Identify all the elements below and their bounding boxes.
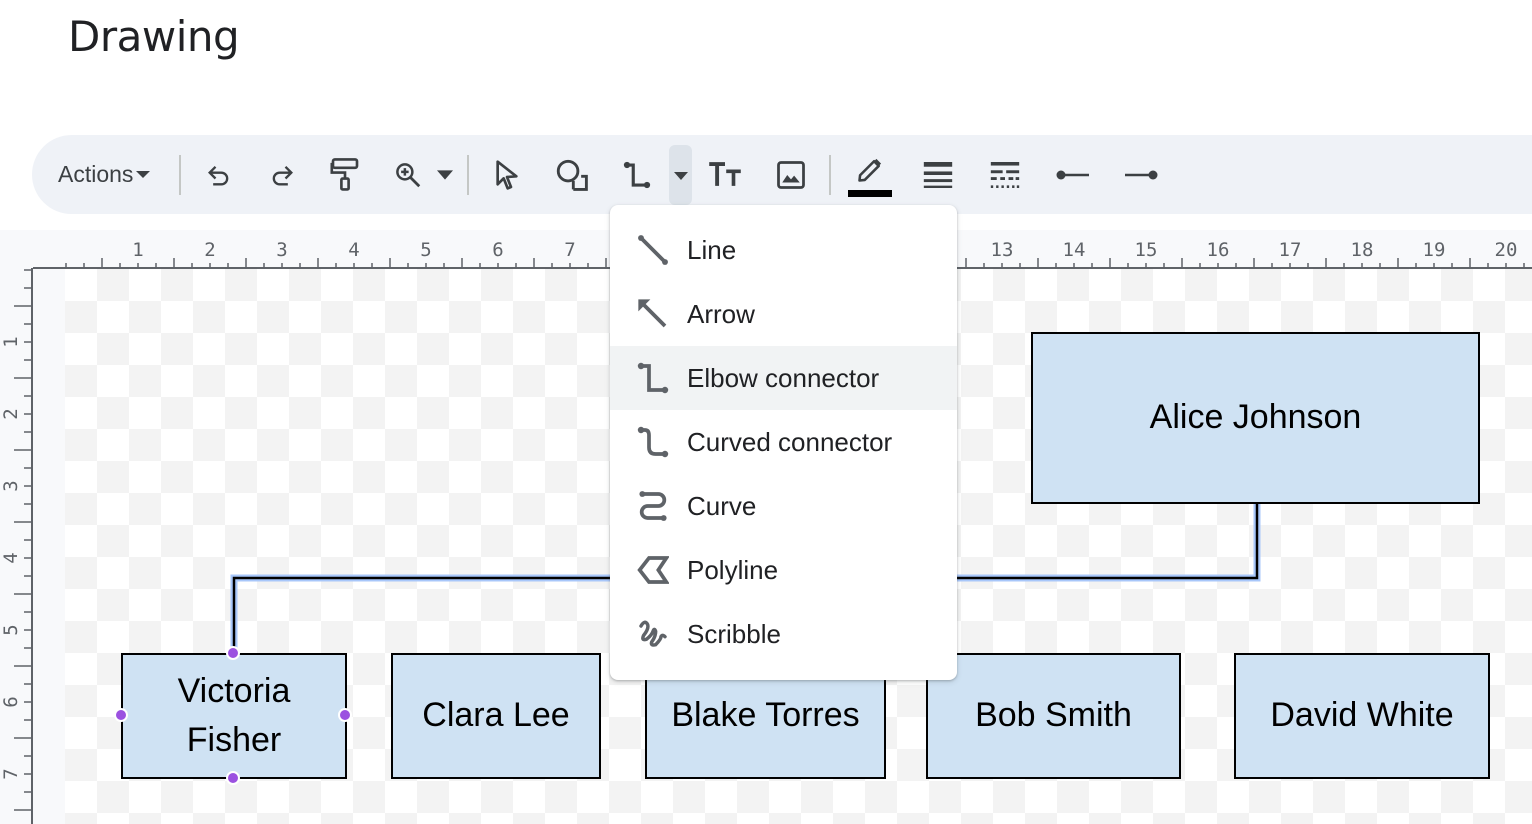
node-label: Blake Torres <box>671 696 860 735</box>
selection-handle-right[interactable] <box>338 708 352 722</box>
menu-item-label: Scribble <box>687 618 781 649</box>
menu-item-line[interactable]: Line <box>610 218 957 282</box>
menu-item-label: Arrow <box>687 298 755 329</box>
selection-handle-left[interactable] <box>114 708 128 722</box>
node-label: Clara Lee <box>422 696 570 735</box>
node-alice-johnson[interactable]: Alice Johnson <box>1031 332 1480 504</box>
menu-item-label: Elbow connector <box>687 362 880 393</box>
elbow-connector-icon <box>637 362 669 394</box>
curve-icon <box>639 491 667 521</box>
selection-handle-top[interactable] <box>226 646 240 660</box>
menu-item-curved-connector[interactable]: Curved connector <box>610 410 957 474</box>
menu-item-scribble[interactable]: Scribble <box>610 602 957 666</box>
menu-item-label: Polyline <box>687 554 779 585</box>
node-label: Victoria Fisher <box>177 671 291 759</box>
scribble-icon <box>639 620 667 647</box>
menu-item-polyline[interactable]: Polyline <box>610 538 957 602</box>
curved-connector-icon <box>637 426 669 458</box>
line-type-menu: Line Arrow Elbow connector Curved connec… <box>610 205 957 680</box>
menu-item-curve[interactable]: Curve <box>610 474 957 538</box>
menu-item-label: Line <box>687 234 737 265</box>
menu-item-arrow[interactable]: Arrow <box>610 282 957 346</box>
menu-item-label: Curved connector <box>687 426 893 457</box>
node-bob-smith[interactable]: Bob Smith <box>926 653 1181 779</box>
node-label: David White <box>1270 696 1454 735</box>
node-label: Bob Smith <box>975 696 1132 735</box>
menu-item-elbow-connector[interactable]: Elbow connector <box>610 346 957 410</box>
polyline-icon <box>637 556 669 584</box>
node-victoria-fisher[interactable]: Victoria Fisher <box>121 653 347 779</box>
node-clara-lee[interactable]: Clara Lee <box>391 653 601 779</box>
node-david-white[interactable]: David White <box>1234 653 1490 779</box>
arrow-icon <box>638 299 667 328</box>
menu-item-label: Curve <box>687 490 757 521</box>
selection-handle-bottom[interactable] <box>226 771 240 785</box>
node-label: Alice Johnson <box>1149 398 1362 437</box>
line-icon <box>638 235 668 265</box>
